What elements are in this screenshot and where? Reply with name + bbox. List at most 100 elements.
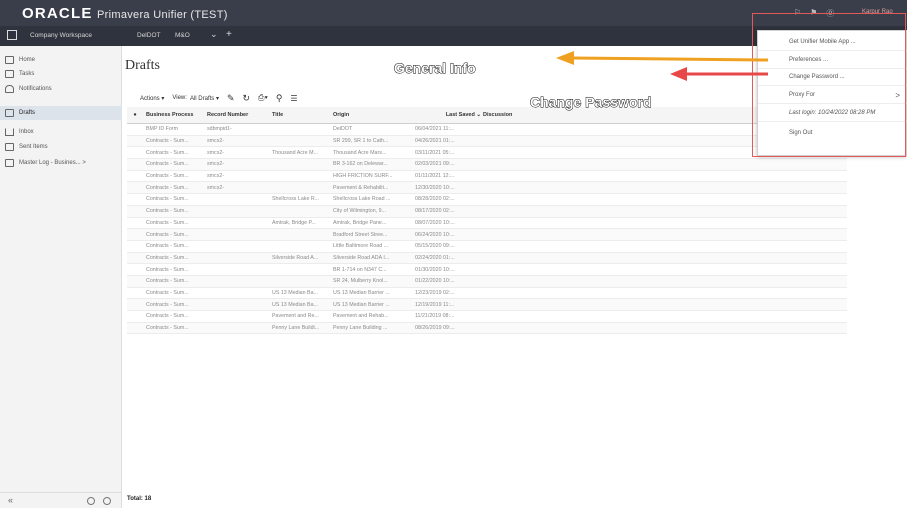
actions-menu-button[interactable]: Actions ▾: [140, 95, 164, 102]
sidebar-item-drafts[interactable]: Drafts: [0, 106, 122, 120]
table-row[interactable]: Contracts - Sum... SR 24, Mulberry Knol..…: [127, 275, 847, 288]
table-row[interactable]: BMP ID Form sdbmpid1- DelDOT 06/04/2021 11:…: [127, 124, 847, 136]
table-row[interactable]: Contracts - Sum... smcs2- Pavement & Rehab…: [127, 182, 847, 195]
col-record-number[interactable]: Record Number: [207, 107, 271, 123]
sidebar-item-inbox[interactable]: Inbox: [5, 126, 34, 138]
sidebar-item-notifications[interactable]: Notifications: [5, 83, 52, 95]
table-row[interactable]: Contracts - Sum... Shellcross Lake R... Sh…: [127, 194, 847, 206]
table-cell: Thousand Acre M...: [272, 149, 318, 156]
menu-preferences[interactable]: Preferences ...: [758, 52, 907, 69]
view-label: View:: [172, 95, 187, 101]
sidebar-item-label: Master Log - Busines... >: [19, 160, 86, 166]
home-icon[interactable]: [7, 30, 17, 40]
table-cell: Contracts - Sum...: [146, 196, 189, 203]
table-row[interactable]: Contracts - Sum... Silverside Road A... Si…: [127, 252, 847, 265]
search-icon[interactable]: ⚲: [276, 93, 283, 104]
table-cell: 03/11/2021 05:...: [415, 149, 455, 156]
table-cell: 01/11/2021 12:...: [415, 173, 455, 180]
table-row[interactable]: Contracts - Sum... Penny Lane Buildi... Pe…: [127, 322, 847, 335]
table-cell: 02/24/2020 01:...: [415, 254, 455, 261]
sidebar: Home Tasks Notifications Drafts Inbox Se…: [0, 46, 122, 508]
table-cell: [207, 229, 271, 240]
table-row[interactable]: Contracts - Sum... Bradford Street Stree.…: [127, 229, 847, 241]
col-title[interactable]: Title: [272, 107, 332, 123]
menu-change-password[interactable]: Change Password ...: [758, 69, 907, 86]
table-cell: Contracts - Sum...: [146, 243, 189, 250]
col-origin[interactable]: Origin: [333, 107, 413, 123]
print-icon[interactable]: ⎙▾: [258, 93, 268, 103]
menu-get-mobile-app[interactable]: Get Unifier Mobile App ...: [758, 34, 907, 51]
sidebar-item-tasks[interactable]: Tasks: [5, 68, 34, 80]
sidebar-item-master-log[interactable]: Master Log - Busines... >: [5, 157, 86, 169]
tab-deldot[interactable]: DelDOT: [137, 32, 160, 39]
col-last-saved[interactable]: Last Saved ⌄: [415, 107, 481, 123]
table-cell: HIGH FRICTION SURF...: [333, 173, 393, 180]
table-cell: [207, 253, 271, 264]
home-icon: [5, 56, 14, 64]
bookmark-icon[interactable]: ⚐: [794, 8, 801, 19]
menu-sign-out[interactable]: Sign Out: [758, 124, 907, 141]
table-cell: Contracts - Sum...: [146, 149, 189, 156]
table-cell: smcs2-: [207, 149, 225, 156]
zoom-in-icon[interactable]: [87, 497, 95, 505]
table-row[interactable]: Contracts - Sum... Little Baltimore Road …: [127, 241, 847, 253]
grid-toolbar: Actions ▾ View: All Drafts ▾ ✎ ↻ ⎙▾ ⚲ ☰: [140, 92, 540, 104]
table-row[interactable]: Contracts - Sum... smcs2- Thousand Acre M.…: [127, 147, 847, 160]
table-row[interactable]: Contracts - Sum... smcs2- SR 299, SR 1 to …: [127, 135, 847, 148]
sidebar-item-home[interactable]: Home: [5, 54, 35, 66]
table-cell: Amtrak, Bridge Pane...: [333, 219, 387, 226]
table-cell: smcs2-: [207, 161, 225, 168]
table-row[interactable]: Contracts - Sum... US 13 Median Ba... US 1…: [127, 299, 847, 311]
bell-icon: [5, 85, 14, 93]
flag-icon[interactable]: ⚑: [810, 8, 817, 19]
filter-icon[interactable]: ☰: [290, 94, 297, 103]
table-cell: Penny Lane Building ...: [333, 325, 388, 332]
collapse-sidebar-button[interactable]: «: [8, 495, 13, 505]
table-cell: [272, 206, 332, 217]
col-business-process[interactable]: Business Process: [146, 107, 206, 123]
table-cell: [207, 206, 271, 217]
sidebar-item-label: Inbox: [19, 129, 34, 135]
table-cell: [207, 276, 271, 287]
table-cell: 06/24/2020 10:...: [415, 231, 455, 238]
table-cell: Contracts - Sum...: [146, 219, 189, 226]
table-cell: Contracts - Sum...: [146, 254, 189, 261]
add-tab-button[interactable]: +: [226, 29, 232, 40]
chevron-down-icon[interactable]: ⌄: [210, 29, 218, 40]
table-cell: Contracts - Sum...: [146, 138, 189, 145]
table-row[interactable]: Contracts - Sum... smcs2- BR 3-162 on Dele…: [127, 159, 847, 171]
table-cell: DelDOT: [333, 126, 353, 133]
edit-icon[interactable]: ✎: [227, 93, 235, 104]
inbox-icon: [5, 128, 14, 136]
table-cell: US 13 Median Barrier ...: [333, 301, 390, 308]
table-cell: [272, 276, 332, 287]
drafts-icon: [5, 109, 14, 117]
table-cell: Thousand Acre Mars...: [333, 149, 387, 156]
tab-company-workspace[interactable]: Company Workspace: [30, 32, 92, 39]
sidebar-item-sent[interactable]: Sent Items: [5, 141, 48, 153]
table-cell: Shellcross Lake Road ...: [333, 196, 391, 203]
attachment-icon: ●: [133, 112, 137, 118]
table-row[interactable]: Contracts - Sum... Amtrak, Bridge P... Amt…: [127, 218, 847, 230]
table-cell: Contracts - Sum...: [146, 301, 189, 308]
refresh-icon[interactable]: ↻: [243, 93, 251, 104]
table-cell: US 13 Median Barrier ...: [333, 289, 390, 296]
table-cell: 08/26/2019 09:...: [415, 325, 455, 332]
table-row[interactable]: Contracts - Sum... smcs2- HIGH FRICTION SU…: [127, 171, 847, 183]
tab-mo[interactable]: M&O: [175, 32, 190, 39]
table-cell: smcs2-: [207, 173, 225, 180]
table-cell: [207, 218, 271, 229]
table-row[interactable]: Contracts - Sum... BR 1-714 on N347 C... 0…: [127, 264, 847, 276]
table-row[interactable]: Contracts - Sum... Pavement and Re... Pave…: [127, 311, 847, 323]
view-select[interactable]: All Drafts ▾: [190, 95, 219, 102]
zoom-out-icon[interactable]: [103, 497, 111, 505]
table-cell: Contracts - Sum...: [146, 325, 189, 332]
help-icon[interactable]: ⓪: [826, 8, 834, 19]
user-name[interactable]: Karpur Rao: [862, 9, 893, 15]
table-cell: Contracts - Sum...: [146, 278, 189, 285]
menu-proxy-for[interactable]: Proxy For >: [758, 87, 907, 104]
table-row[interactable]: Contracts - Sum... US 13 Median Ba... US 1…: [127, 288, 847, 300]
annotation-general-info: General Info: [394, 60, 477, 77]
table-row[interactable]: Contracts - Sum... City of Wilmington, 9.…: [127, 205, 847, 218]
table-cell: 12/23/2019 02:...: [415, 289, 455, 296]
